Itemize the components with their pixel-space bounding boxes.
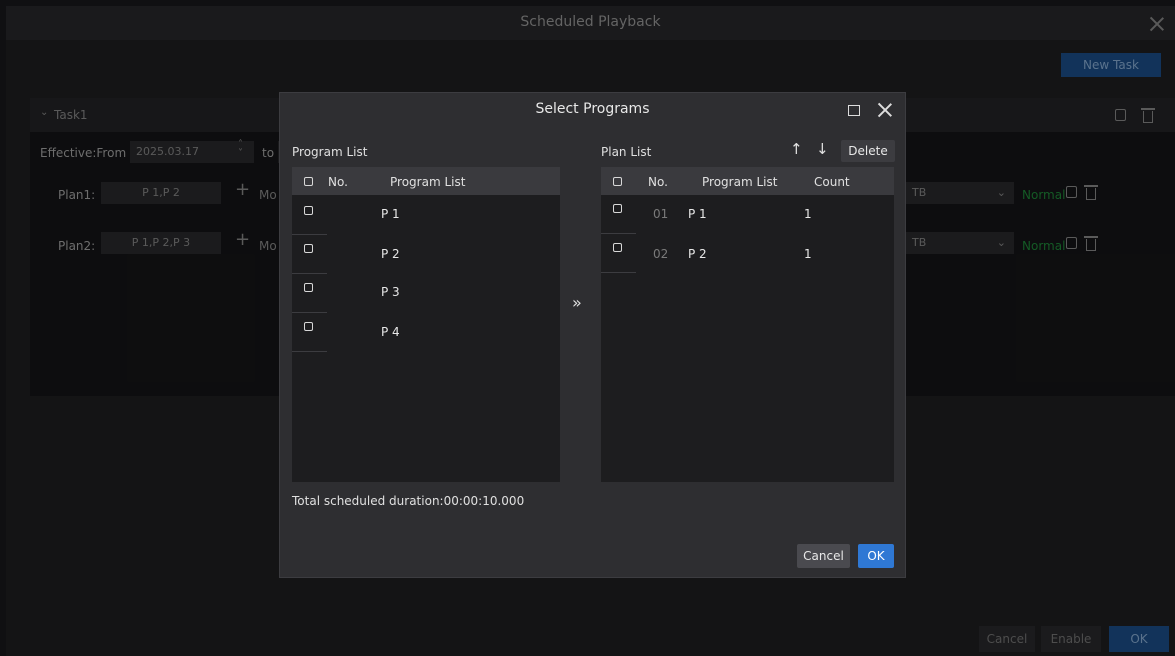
- program-row-checkbox[interactable]: [304, 322, 313, 331]
- program-row-name: P 3: [381, 285, 400, 299]
- plan-row-no: 02: [653, 247, 669, 261]
- select-programs-dialog: Select Programs Program List No. Program…: [279, 92, 906, 578]
- row-divider: [601, 272, 636, 273]
- add-to-plan-button[interactable]: »: [572, 293, 582, 312]
- dialog-ok-button[interactable]: OK: [858, 544, 894, 568]
- program-list-header: No. Program List: [292, 167, 560, 195]
- program-row-checkbox[interactable]: [304, 206, 313, 215]
- dialog-close-icon[interactable]: [878, 103, 892, 117]
- plan-list-header: No. Program List Count: [601, 167, 894, 195]
- delete-button[interactable]: Delete: [841, 140, 895, 162]
- move-up-icon[interactable]: ↑: [790, 140, 803, 158]
- plan-row[interactable]: 02 P 2 1: [601, 234, 894, 272]
- row-divider: [292, 351, 327, 352]
- plan-row-checkbox[interactable]: [613, 204, 622, 213]
- program-list-title: Program List: [292, 145, 368, 159]
- program-row-name: P 1: [381, 207, 400, 221]
- plan-row-count: 1: [804, 247, 812, 261]
- plan-row-checkbox[interactable]: [613, 243, 622, 252]
- plan-list-table: No. Program List Count 01 P 1 1 02 P 2 1: [601, 167, 894, 482]
- program-row[interactable]: P 2: [292, 235, 560, 273]
- program-row[interactable]: P 3: [292, 274, 560, 312]
- plan-row[interactable]: 01 P 1 1: [601, 195, 894, 233]
- maximize-icon[interactable]: [848, 105, 860, 116]
- dialog-cancel-button[interactable]: Cancel: [797, 544, 850, 568]
- program-row-checkbox[interactable]: [304, 244, 313, 253]
- plan-list-title: Plan List: [601, 145, 652, 159]
- select-all-programs-checkbox[interactable]: [304, 177, 313, 186]
- program-no-header: No.: [328, 175, 348, 189]
- dialog-title: Select Programs: [535, 101, 650, 117]
- program-name-header: Program List: [390, 175, 466, 189]
- plan-no-header: No.: [648, 175, 668, 189]
- program-row-checkbox[interactable]: [304, 283, 313, 292]
- plan-row-name: P 2: [688, 247, 707, 261]
- plan-row-no: 01: [653, 207, 669, 221]
- plan-name-header: Program List: [702, 175, 778, 189]
- plan-count-header: Count: [814, 175, 850, 189]
- program-row[interactable]: P 4: [292, 313, 560, 351]
- program-row-name: P 4: [381, 325, 400, 339]
- program-list-table: No. Program List P 1 P 2 P 3 P 4: [292, 167, 560, 482]
- program-row-name: P 2: [381, 247, 400, 261]
- plan-row-count: 1: [804, 207, 812, 221]
- select-all-plan-checkbox[interactable]: [613, 177, 622, 186]
- plan-row-name: P 1: [688, 207, 707, 221]
- move-down-icon[interactable]: ↓: [816, 140, 829, 158]
- program-row[interactable]: P 1: [292, 195, 560, 234]
- total-duration-text: Total scheduled duration:00:00:10.000: [292, 494, 525, 508]
